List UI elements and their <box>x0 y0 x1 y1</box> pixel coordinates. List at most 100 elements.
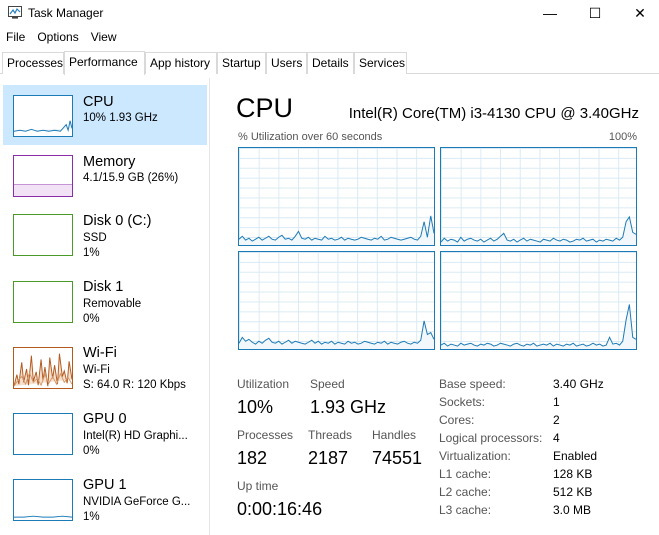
uptime-value: 0:00:16:46 <box>237 499 323 519</box>
speed-value: 1.93 GHz <box>310 397 387 417</box>
uptime-label: Up time <box>237 479 279 493</box>
tab-bar: Processes Performance App history Startu… <box>0 51 659 75</box>
core-graph-area <box>441 304 636 349</box>
core-graph-line <box>441 215 636 243</box>
spec-value: 1 <box>553 395 560 409</box>
tab-details[interactable]: Details <box>307 52 354 74</box>
processes-label: Processes <box>237 428 294 442</box>
page-title: CPU <box>236 93 294 123</box>
sidebar-item-detail: Intel(R) HD Graphi... <box>83 430 188 442</box>
spec-label: Base speed: <box>439 377 506 391</box>
sidebar-item-detail: 0% <box>83 313 100 325</box>
sidebar-item-title: Disk 0 (C:) <box>83 213 152 229</box>
sidebar-item-detail: 1% <box>83 247 100 259</box>
memory-mini-graph-line <box>14 184 72 196</box>
sidebar-item-detail: SSD <box>83 232 107 244</box>
resource-sidebar: CPU 10% 1.93 GHz Memory 4.1/15.9 GB (26%… <box>0 78 210 535</box>
cpu-core-graph <box>440 147 637 246</box>
cpu-mini-graph <box>13 95 73 137</box>
sidebar-item-title: Disk 1 <box>83 279 124 295</box>
sidebar-item-disk1[interactable]: Disk 1 Removable 0% <box>3 276 207 336</box>
spec-value: Enabled <box>553 449 598 463</box>
spec-value: 3.0 MB <box>553 503 592 517</box>
cpu-core-graph <box>440 251 637 350</box>
utilization-label: Utilization <box>237 377 290 391</box>
spec-value: 128 KB <box>553 467 593 481</box>
sidebar-item-gpu1[interactable]: GPU 1 NVIDIA GeForce G... 1% <box>3 474 207 534</box>
tab-processes[interactable]: Processes <box>2 52 64 74</box>
processes-value: 182 <box>237 448 268 468</box>
menu-bar: File Options View <box>0 28 123 48</box>
sidebar-item-title: CPU <box>83 94 114 110</box>
core-graph-area <box>239 215 434 245</box>
sidebar-item-cpu[interactable]: CPU 10% 1.93 GHz <box>3 85 207 145</box>
cpu-core-graph <box>238 251 435 350</box>
spec-label: L1 cache: <box>439 467 492 481</box>
spec-label: Cores: <box>439 413 475 427</box>
sidebar-item-gpu0[interactable]: GPU 0 Intel(R) HD Graphi... 0% <box>3 408 207 468</box>
handles-value: 74551 <box>372 448 423 468</box>
core-graph-line <box>441 304 636 347</box>
gpu0-mini-graph <box>13 413 73 455</box>
close-button[interactable]: ✕ <box>617 0 659 26</box>
gpu1-mini-graph-line <box>14 515 72 518</box>
window-title: Task Manager <box>28 6 104 20</box>
core-graph-svg <box>239 320 434 349</box>
core-graph-area <box>441 216 636 245</box>
tab-services[interactable]: Services <box>354 52 407 74</box>
spec-value: 3.40 GHz <box>553 377 604 391</box>
sidebar-item-detail: 1% <box>83 511 100 523</box>
sidebar-item-detail: Removable <box>83 298 142 310</box>
graph-axis-label: % Utilization over 60 seconds <box>238 131 383 143</box>
utilization-value: 10% <box>237 397 274 417</box>
sidebar-item-title: Memory <box>83 154 136 170</box>
spec-value: 4 <box>553 431 560 445</box>
sidebar-item-detail: 4.1/15.9 GB (26%) <box>83 172 179 184</box>
core-graph-svg <box>441 304 636 349</box>
tab-performance[interactable]: Performance <box>64 51 145 75</box>
handles-label: Handles <box>372 428 417 442</box>
disk1-mini-graph <box>13 281 73 323</box>
sidebar-item-disk0[interactable]: Disk 0 (C:) SSD 1% <box>3 209 207 269</box>
spec-value: 512 KB <box>553 485 593 499</box>
sidebar-item-title: GPU 0 <box>83 411 127 427</box>
wifi-mini-graph <box>13 347 73 389</box>
memory-mini-graph <box>13 155 73 197</box>
threads-label: Threads <box>308 428 353 442</box>
sidebar-item-wifi[interactable]: Wi-Fi Wi-Fi S: 64.0 R: 120 Kbps <box>3 342 207 402</box>
graph-axis-max: 100% <box>608 131 637 143</box>
sidebar-item-detail: NVIDIA GeForce G... <box>83 496 191 508</box>
menu-view[interactable]: View <box>85 28 123 48</box>
sidebar-item-title: Wi-Fi <box>83 345 117 361</box>
tab-users[interactable]: Users <box>266 52 307 74</box>
cpu-core-graph <box>238 147 435 246</box>
core-graph-svg <box>239 215 434 245</box>
cpu-mini-graph-line <box>14 120 72 133</box>
speed-label: Speed <box>310 377 345 391</box>
tab-startup[interactable]: Startup <box>217 52 266 74</box>
core-graph-area <box>239 320 434 349</box>
spec-label: L3 cache: <box>439 503 492 517</box>
minimize-button[interactable]: — <box>527 0 573 26</box>
sidebar-item-title: GPU 1 <box>83 477 127 493</box>
sidebar-item-memory[interactable]: Memory 4.1/15.9 GB (26%) <box>3 145 207 205</box>
gpu1-mini-graph <box>13 479 73 521</box>
cpu-model-name: Intel(R) Core(TM) i3-4130 CPU @ 3.40GHz <box>348 105 639 122</box>
spec-label: L2 cache: <box>439 485 492 499</box>
spec-label: Virtualization: <box>439 449 511 463</box>
disk0-mini-graph <box>13 214 73 256</box>
sidebar-item-detail: 0% <box>83 445 100 457</box>
wifi-mini-graph-line <box>14 353 72 387</box>
tab-app-history[interactable]: App history <box>145 52 217 74</box>
menu-options[interactable]: Options <box>31 28 84 48</box>
menu-file[interactable]: File <box>0 28 31 48</box>
sidebar-item-detail: S: 64.0 R: 120 Kbps <box>83 379 186 391</box>
maximize-button[interactable]: ☐ <box>572 0 618 26</box>
spec-value: 2 <box>553 413 560 427</box>
sidebar-item-detail: 10% 1.93 GHz <box>83 112 158 124</box>
sidebar-item-detail: Wi-Fi <box>83 364 110 376</box>
task-manager-icon <box>8 6 22 19</box>
threads-value: 2187 <box>308 448 349 468</box>
spec-label: Logical processors: <box>439 431 543 445</box>
core-graph-svg <box>441 215 636 245</box>
